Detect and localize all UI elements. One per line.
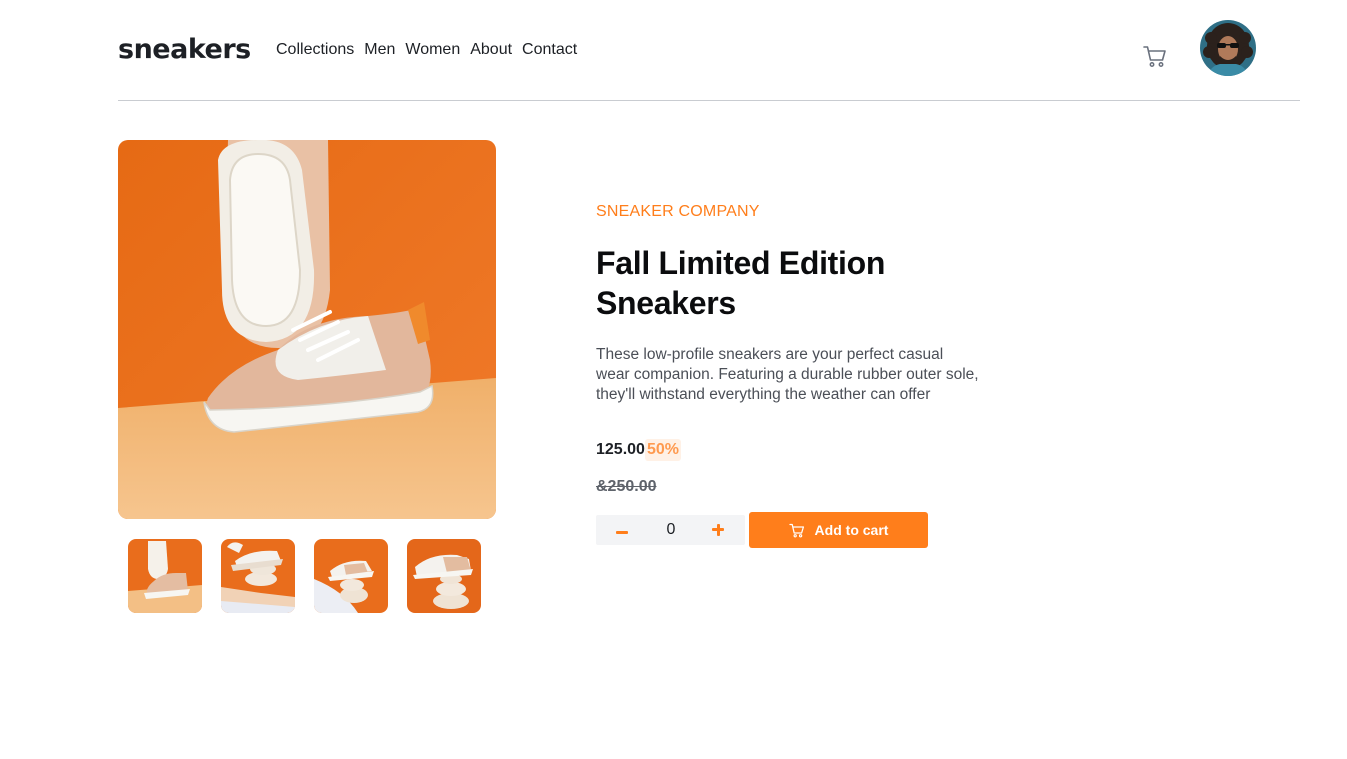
company-name: SNEAKER COMPANY xyxy=(596,203,760,220)
quantity-stepper: 0 xyxy=(596,515,745,545)
minus-icon[interactable] xyxy=(612,521,632,541)
product-description: These low-profile sneakers are your perf… xyxy=(596,346,979,403)
discount-badge: 50% xyxy=(644,439,681,461)
thumbnail-strip xyxy=(128,539,481,613)
cart-icon[interactable] xyxy=(1142,44,1168,68)
nav-about[interactable]: About xyxy=(470,40,512,60)
thumbnail-4[interactable] xyxy=(407,539,481,613)
price-row: 125.00 50% xyxy=(596,439,681,461)
logo[interactable]: sneakers xyxy=(118,33,251,67)
sneaker-main-photo[interactable] xyxy=(118,140,496,519)
add-to-cart-button[interactable]: Add to cart xyxy=(749,512,928,548)
nav-collections[interactable]: Collections xyxy=(276,40,354,60)
add-to-cart-label: Add to cart xyxy=(814,522,889,538)
plus-icon[interactable] xyxy=(708,520,728,540)
current-price: 125.00 xyxy=(596,441,645,458)
main-nav: Collections Men Women About Contact xyxy=(276,40,577,60)
site-header: sneakers Collections Men Women About Con… xyxy=(118,0,1300,101)
thumbnail-1[interactable] xyxy=(128,539,202,613)
product-title: Fall Limited Edition Sneakers xyxy=(596,245,886,321)
user-avatar[interactable] xyxy=(1200,20,1256,76)
original-price: &250.00 xyxy=(596,478,657,495)
quantity-value: 0 xyxy=(666,521,676,538)
thumbnail-3[interactable] xyxy=(314,539,388,613)
thumbnail-2[interactable] xyxy=(221,539,295,613)
nav-contact[interactable]: Contact xyxy=(522,40,577,60)
cart-icon xyxy=(788,523,805,538)
nav-women[interactable]: Women xyxy=(405,40,460,60)
nav-men[interactable]: Men xyxy=(364,40,395,60)
